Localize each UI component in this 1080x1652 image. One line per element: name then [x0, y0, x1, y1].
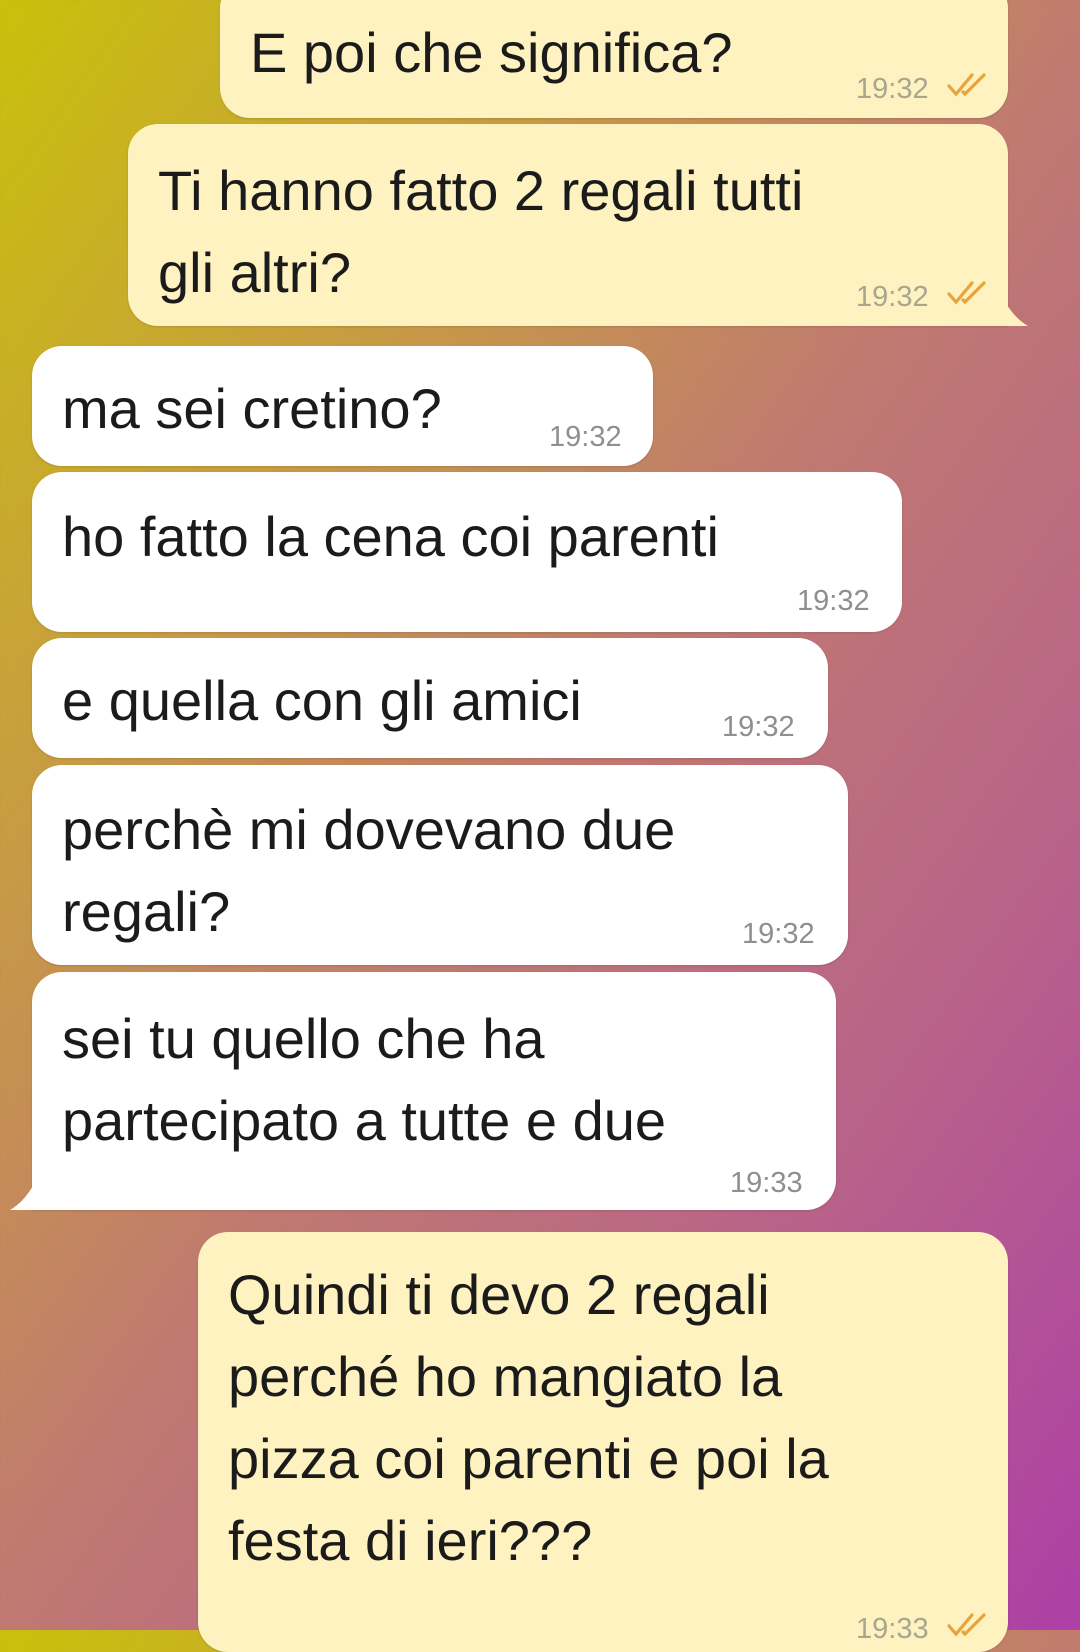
chat-history[interactable]: E poi che significa? 19:32 Ti hanno fatt… — [0, 0, 1080, 1652]
message-text: perchè mi dovevano due regali? — [62, 798, 676, 943]
message-time: 19:33 — [856, 1613, 929, 1645]
message-bubble-incoming[interactable]: e quella con gli amici 19:32 — [32, 638, 828, 758]
message-bubble-incoming[interactable]: sei tu quello che ha partecipato a tutte… — [32, 972, 836, 1210]
message-time: 19:32 — [856, 281, 929, 313]
message-time: 19:33 — [730, 1167, 803, 1199]
bubble-tail — [10, 1184, 34, 1210]
double-check-icon — [947, 281, 986, 305]
message-text: sei tu quello che ha partecipato a tutte… — [62, 1007, 666, 1152]
message-text: e quella con gli amici — [62, 669, 582, 732]
double-check-icon — [947, 1613, 986, 1637]
message-bubble-outgoing[interactable]: Ti hanno fatto 2 regali tutti gli altri?… — [128, 124, 1008, 326]
message-time: 19:32 — [742, 918, 815, 950]
message-text: Quindi ti devo 2 regali perché ho mangia… — [228, 1263, 829, 1572]
message-text: ho fatto la cena coi parenti — [62, 505, 719, 568]
message-time: 19:32 — [797, 585, 870, 617]
double-check-icon — [947, 73, 986, 97]
message-time: 19:32 — [549, 421, 622, 453]
message-text: E poi che significa? — [250, 21, 733, 84]
message-time: 19:32 — [856, 73, 929, 105]
message-bubble-incoming[interactable]: ho fatto la cena coi parenti 19:32 — [32, 472, 902, 632]
message-text: ma sei cretino? — [62, 377, 442, 440]
message-time: 19:32 — [722, 711, 795, 743]
message-bubble-incoming[interactable]: perchè mi dovevano due regali? 19:32 — [32, 765, 848, 965]
message-bubble-outgoing[interactable]: Quindi ti devo 2 regali perché ho mangia… — [198, 1232, 1008, 1652]
message-bubble-outgoing[interactable]: E poi che significa? 19:32 — [220, 0, 1008, 118]
message-bubble-incoming[interactable]: ma sei cretino? 19:32 — [32, 346, 653, 466]
bubble-tail — [1004, 300, 1028, 326]
message-text: Ti hanno fatto 2 regali tutti gli altri? — [158, 159, 804, 304]
